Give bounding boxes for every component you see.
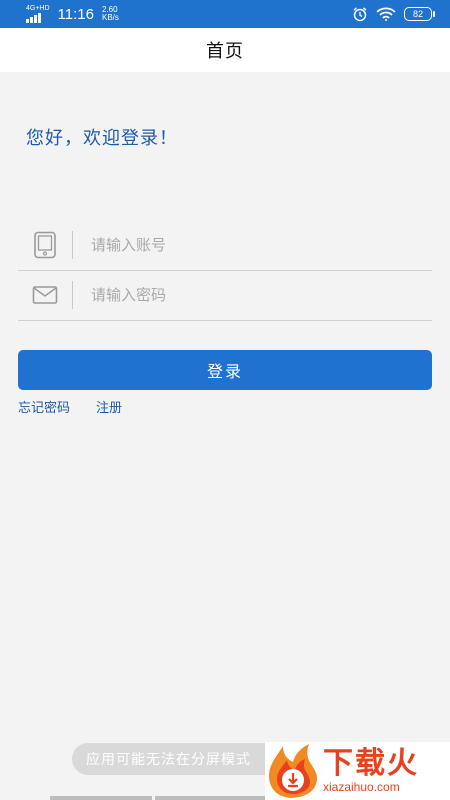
network-speed: 2.60 KB/s bbox=[102, 6, 119, 22]
network-type: 4G+HD bbox=[26, 5, 50, 12]
status-right: 82 bbox=[352, 6, 435, 22]
signal-indicator: 4G+HD bbox=[26, 5, 50, 23]
status-left: 4G+HD 11:16 2.60 KB/s bbox=[26, 5, 119, 23]
signal-icon bbox=[26, 13, 41, 23]
status-bar: 4G+HD 11:16 2.60 KB/s 82 bbox=[0, 0, 450, 28]
password-input[interactable] bbox=[73, 274, 432, 316]
page-title: 首页 bbox=[206, 41, 244, 62]
battery-icon: 82 bbox=[404, 7, 435, 21]
account-input[interactable] bbox=[73, 224, 432, 266]
register-link[interactable]: 注册 bbox=[96, 397, 122, 416]
forgot-password-link[interactable]: 忘记密码 bbox=[18, 397, 70, 416]
watermark-title: 下载火 bbox=[323, 746, 419, 781]
phone-icon bbox=[18, 231, 72, 259]
toast-text: 应用可能无法在分屏模式 bbox=[86, 752, 251, 768]
password-field-row bbox=[18, 270, 432, 321]
nav-indicator bbox=[50, 796, 152, 800]
watermark: 下载火 xiazaihuo.com bbox=[265, 742, 450, 800]
welcome-text: 您好，欢迎登录！ bbox=[26, 128, 178, 149]
envelope-icon bbox=[18, 285, 72, 305]
watermark-text: 下载火 xiazaihuo.com bbox=[323, 746, 419, 795]
alarm-icon bbox=[353, 7, 367, 22]
flame-logo-icon bbox=[269, 744, 317, 798]
speed-unit: KB/s bbox=[101, 13, 119, 22]
account-field-row bbox=[18, 220, 432, 271]
title-bar: 首页 bbox=[0, 28, 450, 72]
status-time: 11:16 bbox=[57, 5, 94, 23]
login-button[interactable]: 登录 bbox=[18, 350, 432, 390]
wifi-icon bbox=[376, 7, 396, 21]
watermark-subtitle: xiazaihuo.com bbox=[323, 780, 400, 794]
